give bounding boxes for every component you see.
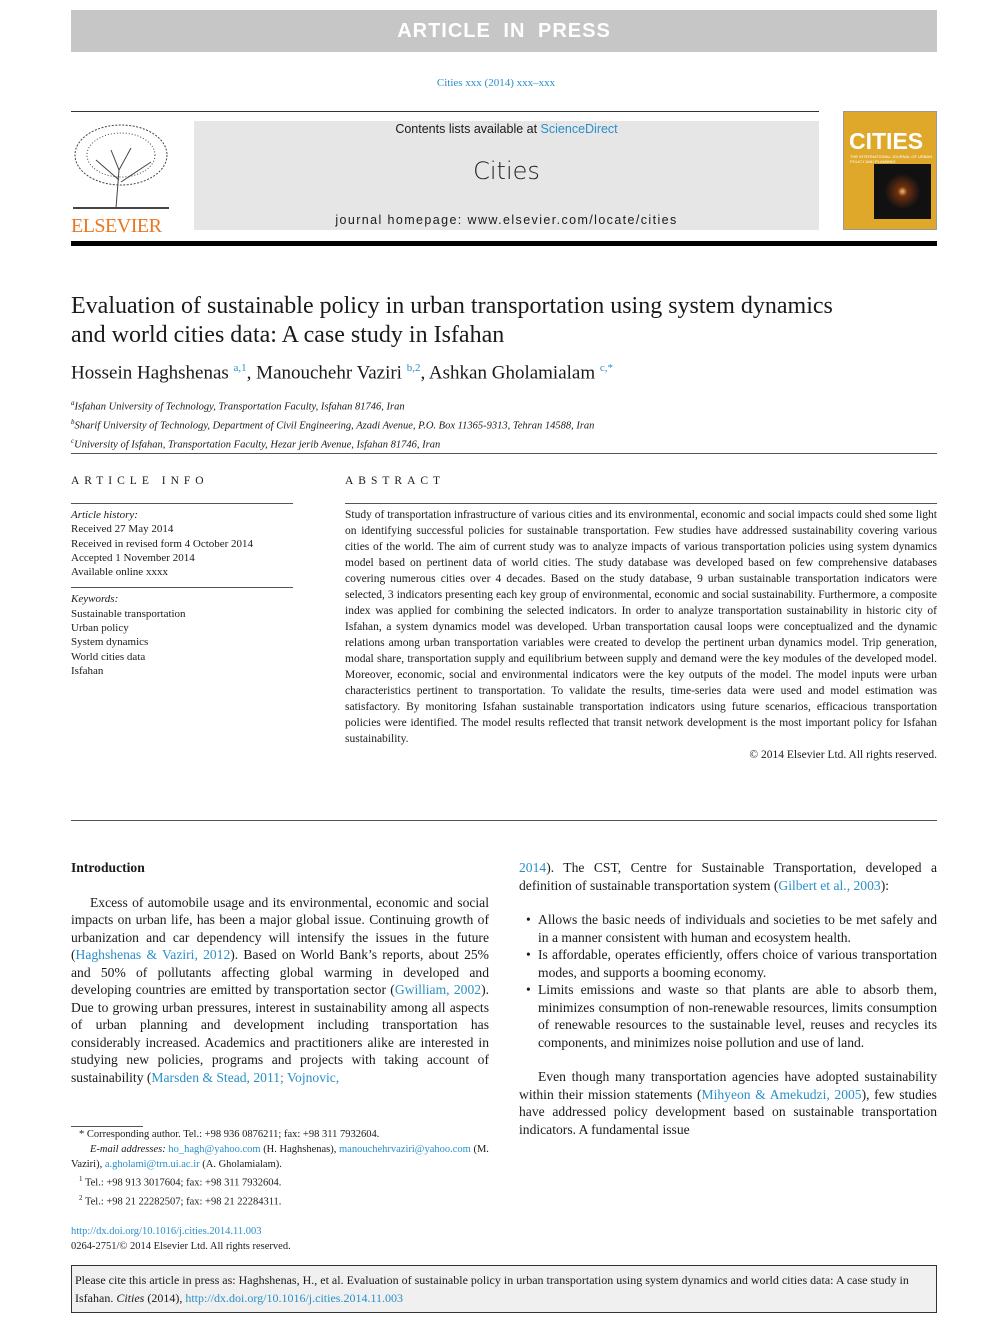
email-link[interactable]: ho_hagh@yahoo.com xyxy=(168,1144,260,1155)
cover-title: CITIES xyxy=(849,128,924,154)
paragraph: Even though many transportation agencies… xyxy=(519,1068,937,1138)
keywords-label: Keywords: xyxy=(71,593,119,606)
abstract-copyright: © 2014 Elsevier Ltd. All rights reserved… xyxy=(749,749,937,761)
keyword: World cities data xyxy=(71,650,146,663)
journal-reference[interactable]: Cities xxx (2014) xxx–xxx xyxy=(0,77,992,89)
divider xyxy=(71,453,937,454)
article-in-press-banner: ARTICLE IN PRESS xyxy=(71,10,937,52)
footnote: Tel.: +98 913 3017604; fax: +98 311 7932… xyxy=(84,1177,282,1189)
header-rule xyxy=(71,241,937,246)
journal-name: Cities xyxy=(473,157,540,185)
journal-cover: CITIES THE INTERNATIONAL JOURNAL OF URBA… xyxy=(843,111,937,230)
author: Manouchehr Vaziri xyxy=(256,362,402,384)
divider xyxy=(71,111,819,112)
list-item: Limits emissions and waste so that plant… xyxy=(519,981,937,1051)
author-list: Hossein Haghshenas a,1, Manouchehr Vazir… xyxy=(71,362,614,384)
citation-doi-link[interactable]: http://dx.doi.org/10.1016/j.cities.2014.… xyxy=(185,1291,403,1305)
email-label: E-mail addresses: xyxy=(90,1144,166,1155)
affiliation: bSharif University of Technology, Depart… xyxy=(71,418,595,432)
reference-link[interactable]: Haghshenas & Vaziri, 2012 xyxy=(76,947,231,962)
tree-icon xyxy=(73,124,169,209)
abstract: Study of transportation infrastructure o… xyxy=(345,507,937,763)
keyword: Sustainable transportation xyxy=(71,607,186,620)
cover-image xyxy=(874,164,931,219)
keyword: Isfahan xyxy=(71,664,104,677)
sciencedirect-link[interactable]: ScienceDirect xyxy=(541,122,618,136)
paragraph-continued: 2014). The CST, Centre for Sustainable T… xyxy=(519,859,937,894)
email-owner: (H. Haghshenas), xyxy=(260,1144,339,1155)
history-item: Accepted 1 November 2014 xyxy=(71,551,195,564)
elsevier-logo: ELSEVIER xyxy=(71,120,171,237)
keyword: Urban policy xyxy=(71,622,129,635)
abstract-text: Study of transportation infrastructure o… xyxy=(345,509,937,745)
reference-link[interactable]: Mihyeon & Amekudzi, 2005 xyxy=(702,1087,862,1102)
footnotes: * Corresponding author. Tel.: +98 936 08… xyxy=(71,1126,489,1254)
keyword: System dynamics xyxy=(71,636,149,649)
history-item: Available online xxxx xyxy=(71,566,168,579)
doi-link[interactable]: http://dx.doi.org/10.1016/j.cities.2014.… xyxy=(71,1226,261,1237)
publisher-name: ELSEVIER xyxy=(71,215,162,237)
issn-copyright: 0264-2751/© 2014 Elsevier Ltd. All right… xyxy=(71,1241,291,1252)
author: Hossein Haghshenas xyxy=(71,362,229,384)
author-sup[interactable]: a,1 xyxy=(234,362,247,374)
contents-label: Contents lists available at xyxy=(395,122,541,136)
citation-journal: Cities xyxy=(116,1290,145,1305)
reference-link[interactable]: Marsden & Stead, 2011; Vojnovic, xyxy=(151,1070,339,1085)
divider xyxy=(71,820,937,821)
body-column-left: Introduction Excess of automobile usage … xyxy=(71,859,489,1086)
email-link[interactable]: manouchehrvaziri@yahoo.com xyxy=(339,1144,471,1155)
email-owner: (A. Gholamialam). xyxy=(199,1159,282,1170)
article-info-heading: ARTICLE INFO xyxy=(71,475,209,487)
abstract-heading: ABSTRACT xyxy=(345,475,446,487)
affiliations: aIsfahan University of Technology, Trans… xyxy=(71,396,594,453)
affiliation: aIsfahan University of Technology, Trans… xyxy=(71,399,405,413)
body-column-right: 2014). The CST, Centre for Sustainable T… xyxy=(519,859,937,1138)
bullet-list: Allows the basic needs of individuals an… xyxy=(519,911,937,1051)
author-sup[interactable]: c,* xyxy=(600,362,613,374)
list-item: Is affordable, operates efficiently, off… xyxy=(519,946,937,981)
section-heading: Introduction xyxy=(71,860,145,875)
affiliation: cUniversity of Isfahan, Transportation F… xyxy=(71,437,441,451)
divider xyxy=(71,503,293,504)
history-label: Article history: xyxy=(71,509,138,521)
reference-link[interactable]: Gwilliam, 2002 xyxy=(395,982,481,997)
reference-link[interactable]: Gilbert et al., 2003 xyxy=(778,878,880,893)
footnote-corresponding: Corresponding author. Tel.: +98 936 0876… xyxy=(86,1129,380,1140)
history-item: Received 27 May 2014 xyxy=(71,523,174,536)
article-info: Article history: Received 27 May 2014 Re… xyxy=(71,508,293,678)
citation-year: (2014), xyxy=(144,1290,186,1305)
footnote: Tel.: +98 21 22282507; fax: +98 21 22284… xyxy=(84,1196,282,1207)
journal-homepage[interactable]: journal homepage: www.elsevier.com/locat… xyxy=(194,213,819,227)
history-item: Received in revised form 4 October 2014 xyxy=(71,537,254,550)
list-item: Allows the basic needs of individuals an… xyxy=(519,911,937,946)
divider xyxy=(345,503,937,504)
reference-link[interactable]: 2014 xyxy=(519,860,546,875)
email-link[interactable]: a.gholami@trn.ui.ac.ir xyxy=(105,1159,200,1170)
paragraph: Excess of automobile usage and its envir… xyxy=(71,894,489,1087)
citation-box: Please cite this article in press as: Ha… xyxy=(71,1265,937,1313)
author: Ashkan Gholamialam xyxy=(428,362,596,384)
text-run: ): xyxy=(880,877,889,893)
cover-subtitle: THE INTERNATIONAL JOURNAL OF URBAN POLIC… xyxy=(850,154,933,164)
divider xyxy=(71,587,293,589)
journal-header: Contents lists available at ScienceDirec… xyxy=(194,121,819,230)
author-sup[interactable]: b,2 xyxy=(407,362,421,374)
article-title: Evaluation of sustainable policy in urba… xyxy=(71,293,833,348)
